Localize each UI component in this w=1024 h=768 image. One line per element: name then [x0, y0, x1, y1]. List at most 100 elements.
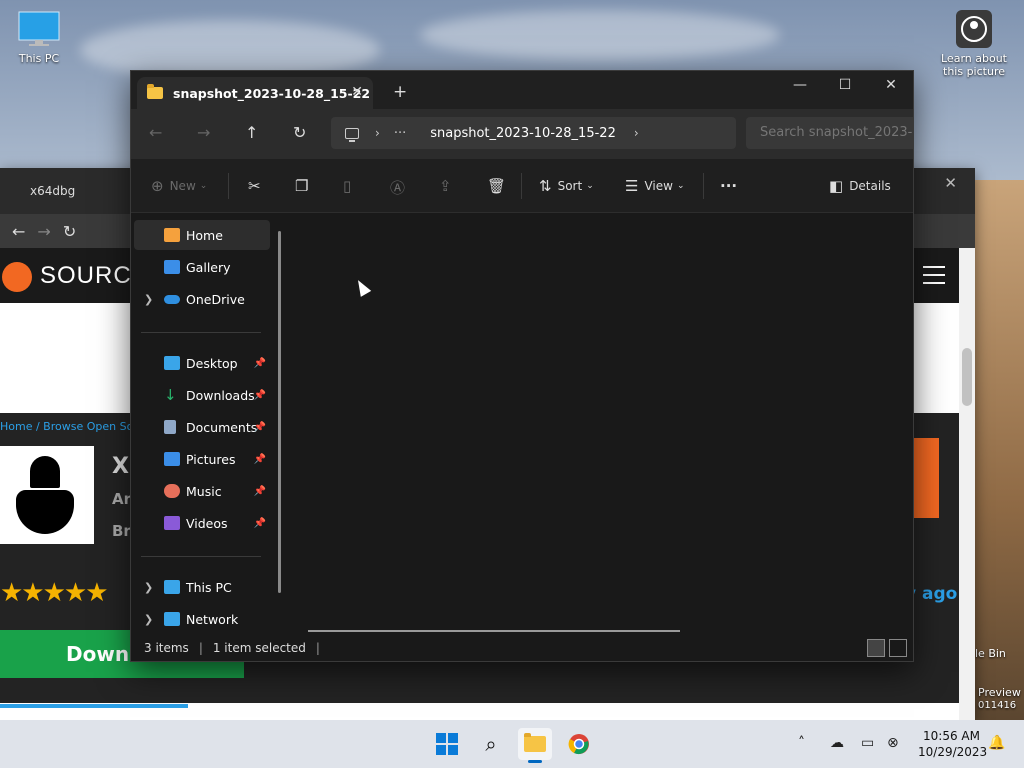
document-icon	[164, 420, 176, 434]
sidebar-item-onedrive[interactable]: ❯ OneDrive	[134, 284, 270, 314]
browser-tab-title[interactable]: x64dbg	[30, 184, 75, 198]
rename-icon: Ⓐ	[390, 179, 406, 197]
reload-icon[interactable]: ↻	[63, 222, 76, 241]
monitor-icon	[164, 580, 180, 594]
sidebar-item-pictures[interactable]: Pictures 📌	[134, 444, 270, 474]
project-logo	[0, 446, 94, 544]
file-explorer-window[interactable]: snapshot_2023-10-28_15-22 ✕ + — ☐ ✕ ← → …	[130, 70, 914, 662]
chevron-right-icon[interactable]: ❯	[144, 581, 153, 594]
address-input[interactable]: › ··· snapshot_2023-10-28_15-22 ›	[331, 117, 736, 149]
back-icon[interactable]: ←	[12, 222, 25, 241]
title-bar[interactable]: snapshot_2023-10-28_15-22 ✕ + — ☐ ✕	[131, 71, 913, 109]
delete-button[interactable]: 🗑	[487, 177, 512, 195]
up-arrow-icon[interactable]: ↑	[245, 123, 258, 142]
toolbar-separator	[521, 173, 522, 199]
rename-button[interactable]: Ⓐ	[390, 177, 411, 198]
taskbar-chrome[interactable]	[562, 728, 596, 760]
sidebar-item-desktop[interactable]: Desktop 📌	[134, 348, 270, 378]
sidebar-item-downloads[interactable]: ↓ Downloads 📌	[134, 380, 270, 410]
details-view-icon[interactable]	[867, 639, 885, 657]
sidebar-item-home[interactable]: Home	[134, 220, 270, 250]
scroll-thumb[interactable]	[962, 348, 972, 406]
pin-icon[interactable]: 📌	[254, 358, 266, 369]
folder-icon	[147, 84, 163, 99]
menu-icon[interactable]	[923, 266, 945, 284]
new-button[interactable]: ⊕ New ⌄	[151, 177, 207, 195]
system-clock[interactable]: 10:56 AM 10/29/2023	[918, 728, 987, 760]
chevron-right-icon[interactable]: ›	[375, 126, 380, 140]
share-icon: ⇪	[439, 177, 452, 195]
forward-arrow-icon[interactable]: →	[197, 123, 210, 142]
forward-icon[interactable]: →	[37, 222, 50, 241]
maximize-button[interactable]: ☐	[831, 77, 859, 93]
close-button[interactable]: ✕	[877, 77, 905, 93]
active-indicator	[528, 760, 542, 763]
pin-icon[interactable]: 📌	[254, 518, 266, 529]
pin-icon[interactable]: 📌	[254, 422, 266, 433]
sidebar-item-network[interactable]: ❯ Network	[134, 604, 270, 634]
desktop-icon-learn-picture[interactable]: Learn about this picture	[938, 10, 1010, 78]
pin-icon[interactable]: 📌	[254, 454, 266, 465]
sidebar-item-label: Gallery	[186, 259, 231, 275]
start-button[interactable]	[430, 728, 464, 760]
chevron-right-icon[interactable]: ❯	[144, 613, 153, 626]
close-icon[interactable]: ✕	[944, 174, 957, 192]
search-input[interactable]	[746, 117, 913, 149]
sidebar-item-documents[interactable]: Documents 📌	[134, 412, 270, 442]
paste-button[interactable]: ▯	[343, 177, 357, 195]
share-button[interactable]: ⇪	[439, 177, 458, 195]
tiles-view-icon[interactable]	[889, 639, 907, 657]
back-arrow-icon[interactable]: ←	[149, 123, 162, 142]
refresh-icon[interactable]: ↻	[293, 123, 306, 142]
pin-icon[interactable]: 📌	[254, 486, 266, 497]
desktop-partial-label: Preview	[978, 686, 1021, 699]
desktop-icon-label: This PC	[18, 52, 60, 65]
new-tab-button[interactable]: +	[393, 82, 407, 102]
desktop-icon-label: Learn about this picture	[941, 52, 1007, 78]
taskbar-file-explorer[interactable]	[518, 728, 552, 763]
minimize-button[interactable]: —	[786, 77, 814, 93]
network-status-icon[interactable]: ⊗	[887, 735, 899, 751]
cut-button[interactable]: ✂	[248, 177, 267, 195]
sort-button[interactable]: ⇅ Sort ⌄	[539, 177, 594, 195]
sidebar-item-gallery[interactable]: Gallery	[134, 252, 270, 282]
breadcrumb[interactable]: Home / Browse Open Sou	[0, 420, 140, 433]
sidebar-item-videos[interactable]: Videos 📌	[134, 508, 270, 538]
ellipsis-icon[interactable]: ···	[394, 126, 406, 141]
chevron-down-icon: ⌄	[586, 181, 594, 191]
notification-bell-icon[interactable]: 🔔	[988, 735, 1005, 751]
navigation-pane[interactable]: Home Gallery ❯ OneDrive Desktop 📌 ↓ Down…	[131, 214, 279, 634]
file-list-area[interactable]	[289, 214, 913, 634]
network-icon	[164, 612, 180, 626]
chevron-up-icon[interactable]: ˄	[798, 735, 805, 751]
desktop-icon-this-pc[interactable]: This PC	[3, 10, 75, 65]
project-brought-by: Br	[112, 522, 131, 540]
close-icon[interactable]: ✕	[351, 84, 363, 100]
chevron-right-icon[interactable]: ❯	[144, 293, 153, 306]
address-path[interactable]: snapshot_2023-10-28_15-22	[430, 126, 616, 141]
desktop-icon	[164, 356, 180, 370]
sidebar-item-music[interactable]: Music 📌	[134, 476, 270, 506]
search-button[interactable]: ⌕	[474, 728, 508, 760]
details-pane-icon: ◧	[829, 177, 844, 195]
copy-button[interactable]: ❐	[295, 177, 314, 195]
onedrive-icon[interactable]: ☁	[830, 735, 844, 751]
sidebar-item-this-pc[interactable]: ❯ This PC	[134, 572, 270, 602]
details-button[interactable]: ◧ Details	[829, 177, 891, 195]
copy-icon: ❐	[295, 177, 309, 195]
sidebar-item-label: Downloads	[186, 387, 255, 403]
chevron-right-icon[interactable]: ›	[634, 126, 639, 140]
plus-circle-icon: ⊕	[151, 177, 164, 195]
sidebar-item-label: Documents	[186, 419, 258, 435]
project-subtitle: Ar	[112, 490, 132, 508]
display-icon[interactable]: ▭	[861, 735, 874, 751]
browser-scrollbar[interactable]	[959, 248, 975, 720]
horizontal-scrollbar[interactable]	[308, 630, 680, 632]
home-icon	[164, 228, 180, 242]
explorer-tab[interactable]: snapshot_2023-10-28_15-22 ✕	[137, 77, 373, 109]
view-button[interactable]: ☰ View ⌄	[625, 177, 684, 195]
pin-icon[interactable]: 📌	[254, 390, 266, 401]
video-icon	[164, 516, 180, 530]
sidebar-scrollbar[interactable]	[278, 231, 281, 593]
more-options-button[interactable]: ···	[720, 177, 737, 195]
